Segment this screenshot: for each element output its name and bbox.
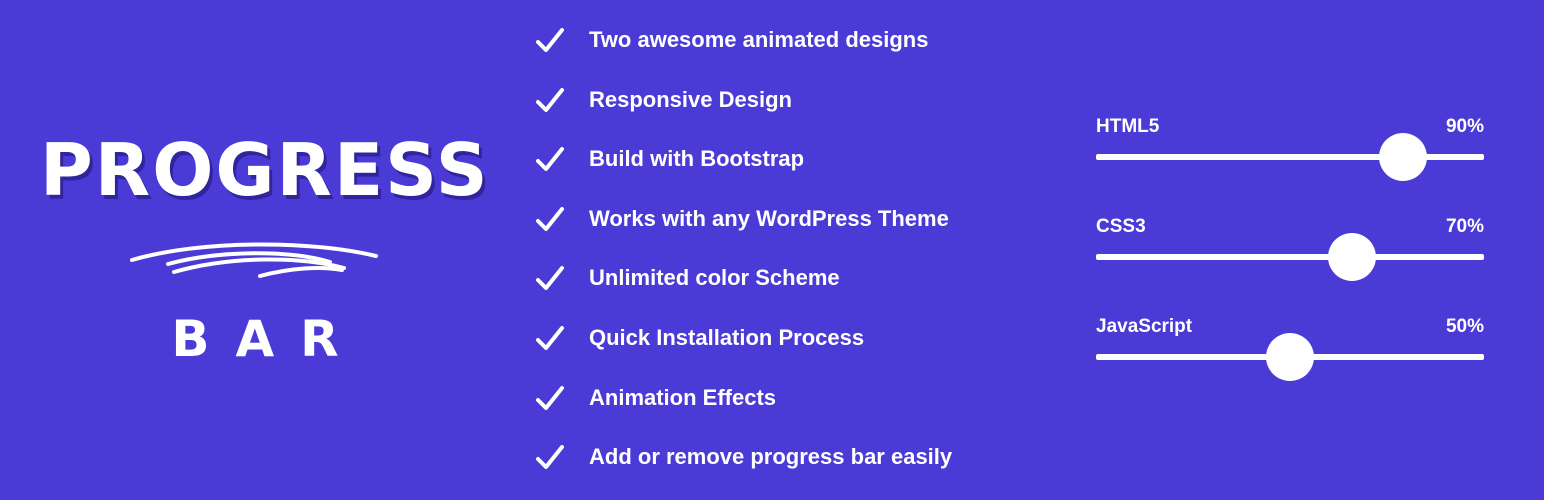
skill-header: CSS3 70% bbox=[1096, 216, 1484, 242]
check-icon bbox=[536, 385, 564, 410]
feature-label: Unlimited color Scheme bbox=[589, 265, 840, 291]
skill-percent: 50% bbox=[1445, 316, 1484, 337]
skill-bar-css3: CSS3 70% bbox=[1096, 216, 1484, 316]
feature-label: Add or remove progress bar easily bbox=[589, 444, 953, 470]
logo-title: PROGRESS bbox=[40, 128, 490, 212]
skill-name: CSS3 bbox=[1096, 216, 1146, 237]
check-icon bbox=[536, 147, 564, 172]
skill-name: HTML5 bbox=[1096, 116, 1160, 137]
feature-item: Unlimited color Scheme bbox=[535, 256, 952, 316]
skill-percent: 90% bbox=[1445, 116, 1484, 137]
check-icon bbox=[536, 206, 564, 231]
feature-label: Two awesome animated designs bbox=[589, 27, 929, 52]
feature-item: Responsive Design bbox=[535, 78, 952, 138]
feature-item: Two awesome animated designs bbox=[535, 18, 952, 78]
skill-bars: HTML5 90% CSS3 70% JavaScript 50% bbox=[1096, 116, 1484, 416]
slider-track[interactable] bbox=[1096, 333, 1484, 381]
feature-item: Quick Installation Process bbox=[535, 316, 952, 376]
swoosh-icon bbox=[130, 242, 378, 278]
skill-percent: 70% bbox=[1445, 216, 1484, 237]
check-icon bbox=[536, 28, 564, 52]
feature-label: Animation Effects bbox=[589, 384, 777, 410]
slider-handle[interactable] bbox=[1378, 133, 1427, 181]
check-icon bbox=[536, 325, 564, 350]
check-icon bbox=[536, 445, 564, 470]
feature-item: Add or remove progress bar easily bbox=[535, 435, 952, 495]
slider-track[interactable] bbox=[1096, 133, 1484, 181]
check-icon bbox=[536, 266, 564, 291]
feature-item: Build with Bootstrap bbox=[535, 137, 952, 197]
feature-item: Works with any WordPress Theme bbox=[535, 197, 952, 257]
feature-list: Two awesome animated designs Responsive … bbox=[535, 18, 952, 495]
slider-handle[interactable] bbox=[1266, 333, 1314, 381]
skill-header: HTML5 90% bbox=[1096, 116, 1484, 142]
slider-track[interactable] bbox=[1096, 233, 1484, 281]
feature-label: Responsive Design bbox=[589, 86, 792, 112]
skill-name: JavaScript bbox=[1096, 316, 1193, 337]
logo-subtitle: BAR bbox=[171, 310, 365, 368]
feature-item: Animation Effects bbox=[535, 376, 952, 436]
feature-label: Build with Bootstrap bbox=[589, 146, 805, 172]
slider-handle[interactable] bbox=[1328, 233, 1377, 281]
feature-label: Quick Installation Process bbox=[589, 324, 865, 350]
feature-label: Works with any WordPress Theme bbox=[589, 205, 949, 231]
check-icon bbox=[536, 87, 564, 112]
skill-bar-javascript: JavaScript 50% bbox=[1096, 316, 1484, 416]
skill-bar-html5: HTML5 90% bbox=[1096, 116, 1484, 216]
logo: PROGRESS BAR bbox=[40, 120, 490, 390]
